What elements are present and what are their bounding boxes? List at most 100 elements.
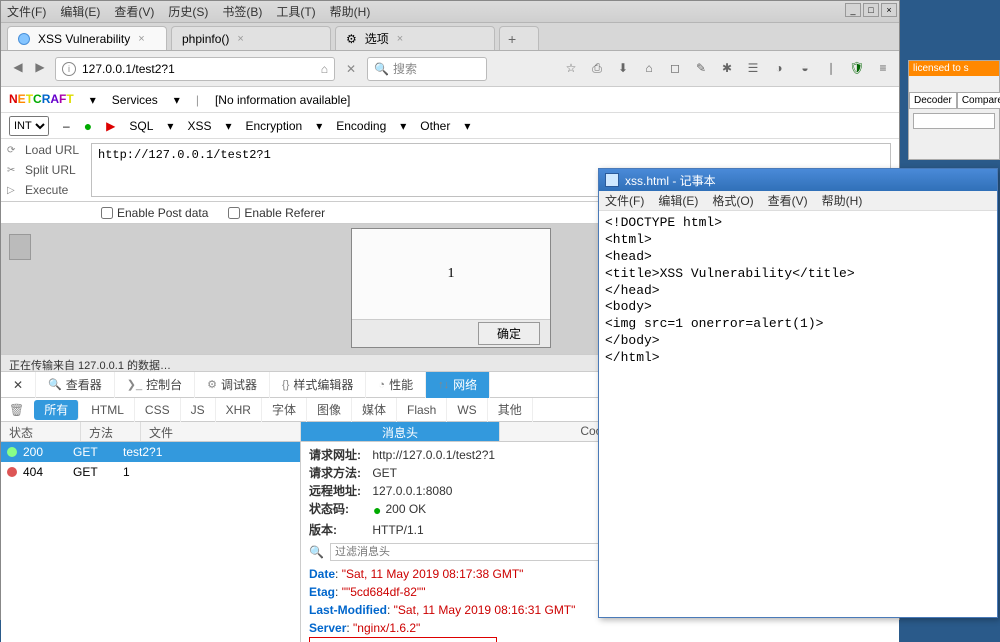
forward-button[interactable]: ▶ [31, 60, 49, 78]
status-code: 200 OK [385, 500, 426, 521]
col-status[interactable]: 状态 [1, 422, 81, 441]
home2-icon[interactable]: ⌂ [641, 61, 657, 76]
url-toolbar: ◀ ▶ i ⌂ ✕ 🔍 搜索 ☆ ⎙ ⬇ ⌂ ◻ ✎ ✱ ☰ ◑ ◒ ❘ 🛡 ≡ [1, 51, 899, 87]
new-tab-button[interactable]: + [499, 26, 539, 50]
hb-execute[interactable]: ▷Execute [1, 183, 91, 197]
burp-tab-decoder[interactable]: Decoder [909, 92, 957, 109]
dt-tab-style[interactable]: {}样式编辑器 [270, 372, 366, 398]
hb-sql[interactable]: SQL [129, 119, 153, 133]
hb-go-icon[interactable]: ▶ [106, 119, 115, 133]
star-icon[interactable]: ☆ [563, 61, 579, 76]
np-menu-help[interactable]: 帮助(H) [822, 192, 863, 209]
search-box[interactable]: 🔍 搜索 [367, 57, 487, 81]
shield-icon[interactable]: 🛡 [849, 61, 865, 76]
filter-css[interactable]: CSS [135, 398, 181, 422]
site-info-icon[interactable]: i [62, 62, 76, 76]
maximize-button[interactable]: □ [863, 3, 879, 17]
notepad-menubar: 文件(F) 编辑(E) 格式(O) 查看(V) 帮助(H) [599, 191, 997, 211]
url-bar[interactable]: i ⌂ [55, 57, 335, 81]
filter-js[interactable]: JS [181, 398, 216, 422]
filter-img[interactable]: 图像 [307, 398, 352, 422]
dt-tab-network[interactable]: ↑↓网络 [426, 372, 490, 398]
hackbar-select[interactable]: INT [9, 116, 49, 136]
tab-close-icon[interactable]: × [237, 33, 243, 45]
minimize-button[interactable]: _ [845, 3, 861, 17]
tab-phpinfo[interactable]: phpinfo() × [171, 26, 331, 50]
tab-close-icon[interactable]: × [138, 33, 144, 45]
np-menu-view[interactable]: 查看(V) [768, 192, 808, 209]
filter-media[interactable]: 媒体 [352, 398, 397, 422]
netcraft-info: [No information available] [215, 93, 350, 107]
clear-icon[interactable]: 🗑 [1, 403, 32, 417]
edit-icon[interactable]: ✎ [693, 61, 709, 76]
menu-tools[interactable]: 工具(T) [276, 3, 315, 20]
dot2-icon[interactable]: ◒ [797, 61, 813, 76]
remote-addr: 127.0.0.1:8080 [372, 482, 452, 500]
notepad-titlebar[interactable]: xss.html - 记事本 [599, 169, 997, 191]
dt-tab-console[interactable]: ❯_控制台 [115, 372, 195, 398]
burp-tab-comparer[interactable]: Compare [957, 92, 1000, 109]
dt-tab-inspector[interactable]: 🔍查看器 [36, 372, 115, 398]
hb-minus-icon[interactable]: – [63, 119, 70, 133]
col-method[interactable]: 方法 [81, 422, 141, 441]
download-icon[interactable]: ⬇ [615, 61, 631, 76]
tab-xss[interactable]: XSS Vulnerability × [7, 26, 167, 50]
menu-history[interactable]: 历史(S) [168, 3, 208, 20]
filter-ws[interactable]: WS [447, 398, 487, 422]
dt-tab-perf[interactable]: ◔性能 [366, 372, 426, 398]
filter-all[interactable]: 所有 [34, 400, 79, 420]
burp-field[interactable] [913, 113, 995, 129]
filter-html[interactable]: HTML [81, 398, 135, 422]
alert-ok-button[interactable]: 确定 [478, 322, 540, 345]
hb-post-check[interactable]: Enable Post data [101, 206, 208, 220]
hb-ref-check[interactable]: Enable Referer [228, 206, 325, 220]
np-menu-edit[interactable]: 编辑(E) [658, 192, 698, 209]
np-menu-format[interactable]: 格式(O) [712, 192, 753, 209]
tab-options[interactable]: ⚙ 选项 × [335, 26, 495, 50]
hb-record-icon[interactable]: ● [84, 118, 92, 134]
menu-view[interactable]: 查看(V) [114, 3, 154, 20]
clear-icon[interactable]: ✕ [341, 62, 361, 76]
dot1-icon[interactable]: ◑ [771, 61, 787, 76]
nav-buttons: ◀ ▶ [9, 60, 49, 78]
request-row[interactable]: 404 GET 1 [1, 462, 300, 482]
menu-edit[interactable]: 编辑(E) [60, 3, 100, 20]
home-icon[interactable]: ⌂ [321, 62, 328, 76]
hb-split[interactable]: ✂Split URL [1, 163, 91, 177]
col-file[interactable]: 文件 [141, 422, 301, 441]
req-url-label: 请求网址: [309, 446, 369, 464]
notepad-content[interactable]: <!DOCTYPE html> <html> <head> <title>XSS… [599, 211, 997, 371]
filter-flash[interactable]: Flash [397, 398, 447, 422]
filter-xhr[interactable]: XHR [216, 398, 262, 422]
dt-tab-debugger[interactable]: ⚙调试器 [195, 372, 270, 398]
addon-icon[interactable]: ✱ [719, 61, 735, 76]
hb-xss[interactable]: XSS [187, 119, 211, 133]
devtools-close[interactable]: ✕ [1, 372, 36, 398]
tab-strip: XSS Vulnerability × phpinfo() × ⚙ 选项 × + [1, 23, 899, 51]
menu-help[interactable]: 帮助(H) [330, 3, 371, 20]
url-input[interactable] [82, 62, 315, 76]
filter-other[interactable]: 其他 [488, 398, 533, 422]
menu-icon[interactable]: ☰ [745, 61, 761, 76]
filter-font[interactable]: 字体 [262, 398, 307, 422]
menu-bookmarks[interactable]: 书签(B) [222, 3, 262, 20]
back-button[interactable]: ◀ [9, 60, 27, 78]
search-placeholder: 搜索 [393, 60, 417, 77]
clipboard-icon[interactable]: ⎙ [589, 61, 605, 76]
menu-file[interactable]: 文件(F) [7, 3, 46, 20]
tab-title: XSS Vulnerability [38, 32, 130, 46]
hb-encode[interactable]: Encoding [336, 119, 386, 133]
close-button[interactable]: × [881, 3, 897, 17]
request-row[interactable]: 200 GET test2?1 [1, 442, 300, 462]
pocket-icon[interactable]: ◻ [667, 61, 683, 76]
hb-load[interactable]: ⟳Load URL [1, 143, 91, 157]
netcraft-services[interactable]: Services [112, 93, 158, 107]
np-menu-file[interactable]: 文件(F) [605, 192, 644, 209]
hamburger-icon[interactable]: ≡ [875, 61, 891, 76]
http-version: HTTP/1.1 [372, 521, 423, 539]
hb-other[interactable]: Other [420, 119, 450, 133]
hb-enc[interactable]: Encryption [245, 119, 302, 133]
detail-tab-headers[interactable]: 消息头 [301, 422, 500, 441]
tab-close-icon[interactable]: × [397, 33, 403, 45]
alert-dialog: 1 确定 [351, 228, 551, 348]
